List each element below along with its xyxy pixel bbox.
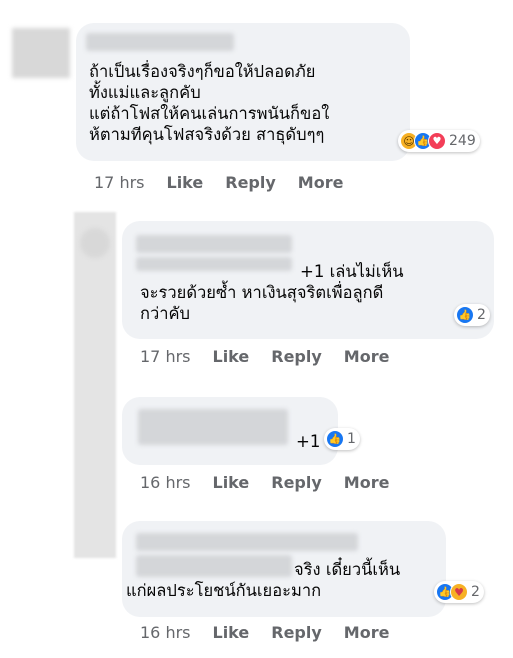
- comment-actions: 17 hrs Like Reply More: [94, 173, 365, 192]
- like-button[interactable]: Like: [213, 473, 250, 492]
- more-button[interactable]: More: [344, 473, 390, 492]
- reply-bubble: +1 เล่นไม่เห็น จะรวยด้วยซ้ำ หาเงินสุจริต…: [122, 221, 494, 339]
- timestamp[interactable]: 17 hrs: [140, 347, 191, 366]
- timestamp[interactable]: 16 hrs: [140, 623, 191, 642]
- comment-text: จริง เดี๋ยวนี้เห็น แก่ผลประโยชน์กันเยอะม…: [126, 560, 401, 600]
- thread-line: [74, 212, 116, 558]
- comment-text: ถ้าเป็นเรื่องจริงๆก็ขอให้ปลอดภัย ทั้งแม่…: [89, 62, 330, 144]
- more-button[interactable]: More: [298, 173, 344, 192]
- reaction-summary[interactable]: 👍 2: [454, 304, 490, 326]
- reply-button[interactable]: Reply: [271, 473, 322, 492]
- author-name[interactable]: [86, 33, 234, 51]
- reaction-summary[interactable]: ☺ 👍 ♥ 249: [398, 130, 480, 152]
- reaction-count: 2: [477, 307, 486, 323]
- reaction-summary[interactable]: 👍 ♥ 2: [434, 581, 484, 603]
- timestamp[interactable]: 17 hrs: [94, 173, 145, 192]
- like-button[interactable]: Like: [213, 623, 250, 642]
- avatar[interactable]: [12, 28, 70, 78]
- reaction-summary[interactable]: 👍 1: [324, 428, 360, 450]
- reaction-count: 1: [347, 431, 356, 447]
- like-button[interactable]: Like: [167, 173, 204, 192]
- reply-bubble: จริง เดี๋ยวนี้เห็น แก่ผลประโยชน์กันเยอะม…: [122, 521, 446, 617]
- comment-actions: 16 hrs Like Reply More: [140, 473, 411, 492]
- author-name[interactable]: [138, 409, 288, 445]
- reaction-count: 249: [449, 133, 476, 149]
- comment-text: +1: [296, 432, 321, 451]
- author-name[interactable]: [136, 235, 292, 253]
- reply-bubble: +1: [122, 397, 338, 465]
- love-icon: ♥: [428, 132, 446, 150]
- like-icon: 👍: [326, 430, 344, 448]
- reaction-count: 2: [471, 584, 480, 600]
- reply-button[interactable]: Reply: [271, 347, 322, 366]
- like-button[interactable]: Like: [213, 347, 250, 366]
- like-icon: 👍: [456, 306, 474, 324]
- reply-button[interactable]: Reply: [225, 173, 276, 192]
- more-button[interactable]: More: [344, 347, 390, 366]
- care-icon: ♥: [450, 583, 468, 601]
- comment-bubble: ถ้าเป็นเรื่องจริงๆก็ขอให้ปลอดภัย ทั้งแม่…: [76, 23, 410, 161]
- comment-text: +1 เล่นไม่เห็น จะรวยด้วยซ้ำ หาเงินสุจริต…: [140, 262, 404, 323]
- avatar[interactable]: [80, 228, 110, 258]
- timestamp[interactable]: 16 hrs: [140, 473, 191, 492]
- comment-actions: 17 hrs Like Reply More: [140, 347, 411, 366]
- more-button[interactable]: More: [344, 623, 390, 642]
- author-name[interactable]: [136, 533, 358, 551]
- reply-button[interactable]: Reply: [271, 623, 322, 642]
- comment-actions: 16 hrs Like Reply More: [140, 623, 411, 642]
